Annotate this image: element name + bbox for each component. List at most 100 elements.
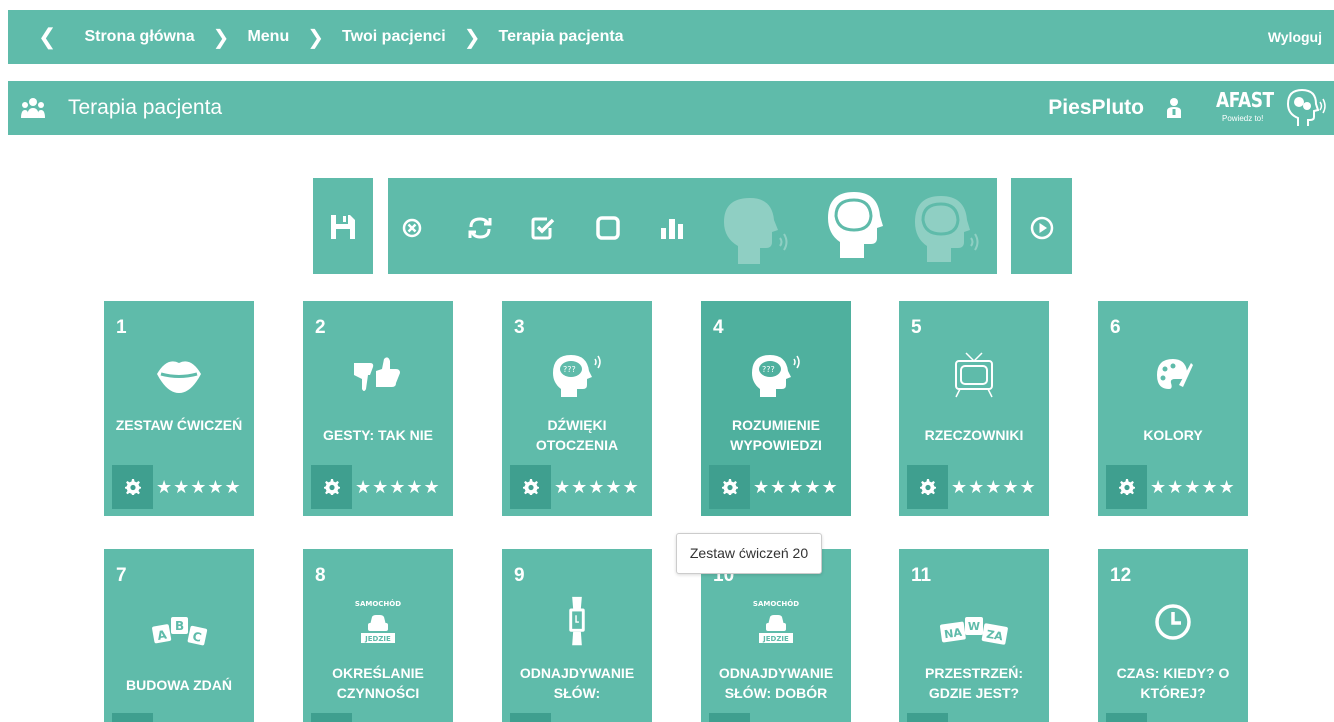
settings-button[interactable] bbox=[510, 713, 551, 722]
play-panel bbox=[1011, 178, 1072, 274]
exercise-tile-7[interactable]: 7 A B C BUDOWA ZDAŃ bbox=[104, 549, 254, 722]
tile-number: 9 bbox=[514, 565, 525, 586]
head-sound-icon: ??? bbox=[553, 355, 601, 397]
breadcrumb-item-therapy[interactable]: Terapia pacjenta bbox=[498, 28, 623, 46]
star-rating[interactable]: ★★★★★ bbox=[1150, 465, 1236, 509]
user-icon[interactable] bbox=[1164, 97, 1184, 119]
tile-label: KOLORY bbox=[1143, 427, 1203, 443]
speaking-head-icon[interactable] bbox=[720, 190, 792, 266]
car-card-icon: SAMOCHÓD JEDZIE bbox=[355, 599, 401, 643]
settings-button[interactable] bbox=[510, 465, 551, 509]
play-icon[interactable] bbox=[1030, 216, 1054, 240]
back-chevron-icon[interactable]: ❮ bbox=[38, 24, 56, 50]
exercise-tile-11[interactable]: 11 NA W ZA PRZESTRZEŃ: GDZIE JEST? bbox=[899, 549, 1049, 722]
gear-icon bbox=[523, 479, 539, 495]
exercise-tile-3[interactable]: 3 ??? DŹWIĘKI OTOCZENIA ★★★★★ bbox=[502, 301, 652, 516]
cancel-icon[interactable] bbox=[402, 218, 422, 238]
head-sound-icon: ??? bbox=[752, 355, 800, 397]
breadcrumb: ❮ Strona główna ❯ Menu ❯ Twoi pacjenci ❯… bbox=[38, 10, 624, 64]
tile-footer: ★★★★★ bbox=[899, 465, 1049, 509]
breadcrumb-bar: ❮ Strona główna ❯ Menu ❯ Twoi pacjenci ❯… bbox=[8, 10, 1334, 64]
tile-number: 8 bbox=[315, 565, 326, 586]
tile-number: 12 bbox=[1110, 565, 1132, 586]
chevron-right-icon: ❯ bbox=[463, 26, 481, 49]
svg-text:???: ??? bbox=[563, 365, 576, 374]
tile-footer: ★★★★★ bbox=[303, 465, 453, 509]
svg-text:???: ??? bbox=[762, 365, 775, 374]
title-bar: Terapia pacjenta PiesPluto AFAST Powiedz… bbox=[8, 81, 1334, 135]
tile-footer: ★★★★★ bbox=[104, 465, 254, 509]
naza-blocks-icon: NA W ZA bbox=[939, 617, 1008, 645]
gear-icon bbox=[920, 479, 936, 495]
square-icon[interactable] bbox=[596, 216, 620, 240]
tile-label: CZAS: KIEDY? O KTÓREJ? bbox=[1116, 665, 1230, 701]
svg-text:JEDZIE: JEDZIE bbox=[762, 635, 789, 643]
tile-label: GESTY: TAK NIE bbox=[323, 427, 433, 443]
page-title: Terapia pacjenta bbox=[68, 96, 223, 119]
watch-icon bbox=[569, 596, 585, 646]
breadcrumb-item-home[interactable]: Strona główna bbox=[84, 28, 194, 46]
tile-label: ODNAJDYWANIE SŁÓW: DOBÓR bbox=[718, 665, 834, 701]
star-rating[interactable]: ★★★★★ bbox=[156, 465, 242, 509]
thinking-head-icon[interactable] bbox=[826, 188, 884, 260]
listening-head-icon[interactable] bbox=[913, 192, 981, 264]
settings-button[interactable] bbox=[907, 465, 948, 509]
star-rating[interactable]: ★★★★★ bbox=[753, 465, 839, 509]
exercise-tile-5[interactable]: 5 RZECZOWNIKI ★★★★★ bbox=[899, 301, 1049, 516]
settings-button[interactable] bbox=[112, 465, 153, 509]
stats-icon[interactable] bbox=[660, 216, 684, 240]
check-square-icon[interactable] bbox=[530, 215, 556, 241]
afast-logo: AFAST Powiedz to! bbox=[1216, 84, 1328, 132]
exercise-tile-8[interactable]: 8 SAMOCHÓD JEDZIE OKREŚLANIE CZYNNOŚCI bbox=[303, 549, 453, 722]
settings-button[interactable] bbox=[112, 713, 153, 722]
group-icon bbox=[21, 98, 45, 118]
tv-icon bbox=[955, 352, 993, 398]
tile-label: OKREŚLANIE CZYNNOŚCI bbox=[332, 665, 424, 701]
tile-number: 4 bbox=[713, 317, 724, 338]
tile-number: 3 bbox=[514, 317, 525, 338]
exercise-tile-1[interactable]: 1 ZESTAW ĆWICZEŃ ★★★★★ bbox=[104, 301, 254, 516]
settings-button[interactable] bbox=[311, 465, 352, 509]
gear-icon bbox=[324, 479, 340, 495]
svg-text:B: B bbox=[175, 619, 184, 633]
settings-button[interactable] bbox=[311, 713, 352, 722]
tile-footer: ★★★★★ bbox=[1098, 465, 1248, 509]
tile-label: DŹWIĘKI OTOCZENIA bbox=[535, 417, 619, 453]
exercise-tile-10[interactable]: 10 SAMOCHÓD JEDZIE ODNAJDYWANIE SŁÓW: DO… bbox=[701, 549, 851, 722]
exercise-tile-6[interactable]: 6 KOLORY ★★★★★ bbox=[1098, 301, 1248, 516]
tile-label: RZECZOWNIKI bbox=[924, 427, 1024, 443]
tile-footer: ★★★★★ bbox=[502, 465, 652, 509]
settings-button[interactable] bbox=[709, 713, 750, 722]
logout-link[interactable]: Wyloguj bbox=[1268, 10, 1322, 64]
exercise-tile-4[interactable]: 4 ??? ROZUMIENIE WYPOWIEDZI ★★★★★ bbox=[701, 301, 851, 516]
tile-label: BUDOWA ZDAŃ bbox=[125, 677, 233, 693]
exercise-tile-2[interactable]: 2 GESTY: TAK NIE ★★★★★ bbox=[303, 301, 453, 516]
settings-button[interactable] bbox=[709, 465, 750, 509]
username[interactable]: PiesPluto bbox=[1048, 81, 1144, 135]
tile-number: 5 bbox=[911, 317, 922, 338]
breadcrumb-item-patients[interactable]: Twoi pacjenci bbox=[342, 28, 446, 46]
tile-number: 7 bbox=[116, 565, 127, 586]
star-rating[interactable]: ★★★★★ bbox=[554, 465, 640, 509]
breadcrumb-item-menu[interactable]: Menu bbox=[247, 28, 289, 46]
star-rating[interactable]: ★★★★★ bbox=[355, 465, 441, 509]
refresh-icon[interactable] bbox=[467, 215, 493, 241]
thumbs-icon bbox=[354, 357, 400, 391]
settings-button[interactable] bbox=[1106, 713, 1147, 722]
exercise-tile-12[interactable]: 12 CZAS: KIEDY? O KTÓREJ? bbox=[1098, 549, 1248, 722]
therapy-toolbar bbox=[388, 178, 997, 274]
save-panel bbox=[313, 178, 373, 274]
gear-icon bbox=[722, 479, 738, 495]
logo-head-icon bbox=[1286, 88, 1326, 126]
save-icon[interactable] bbox=[330, 214, 356, 240]
clock-icon bbox=[1155, 604, 1191, 640]
tooltip: Zestaw ćwiczeń 20 bbox=[676, 533, 822, 574]
exercise-tile-9[interactable]: 9 ODNAJDYWANIE SŁÓW: bbox=[502, 549, 652, 722]
logo-name: AFAST bbox=[1216, 88, 1274, 112]
car-card-icon: SAMOCHÓD JEDZIE bbox=[753, 599, 799, 643]
settings-button[interactable] bbox=[907, 713, 948, 722]
logo-tagline: Powiedz to! bbox=[1222, 114, 1264, 123]
star-rating[interactable]: ★★★★★ bbox=[951, 465, 1037, 509]
svg-text:JEDZIE: JEDZIE bbox=[364, 635, 391, 643]
settings-button[interactable] bbox=[1106, 465, 1147, 509]
